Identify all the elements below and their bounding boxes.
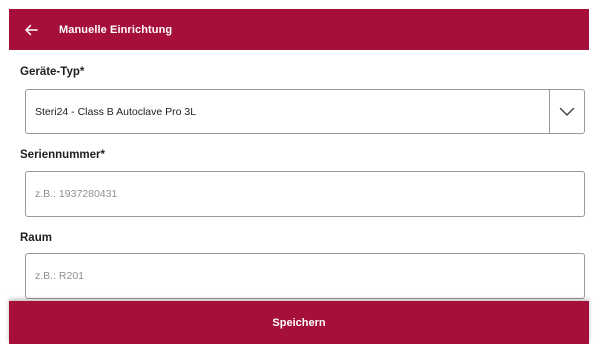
room-field-box (25, 253, 585, 299)
app-bar: Manuelle Einrichtung (9, 9, 589, 50)
serial-number-field-box (25, 171, 585, 217)
chevron-down-icon (559, 107, 575, 116)
save-button[interactable]: Speichern (9, 301, 589, 344)
arrow-left-icon (25, 24, 38, 35)
dropdown-toggle[interactable] (550, 90, 584, 133)
back-button[interactable] (19, 18, 43, 42)
page-title: Manuelle Einrichtung (59, 23, 173, 36)
device-type-select[interactable]: Steri24 - Class B Autoclave Pro 3L (25, 89, 585, 134)
room-input[interactable] (26, 254, 584, 298)
device-type-label: Geräte-Typ* (20, 66, 85, 78)
serial-number-input[interactable] (26, 172, 584, 216)
room-label: Raum (20, 232, 52, 244)
device-type-selected-value: Steri24 - Class B Autoclave Pro 3L (35, 105, 197, 118)
serial-number-label: Seriennummer* (20, 149, 106, 161)
